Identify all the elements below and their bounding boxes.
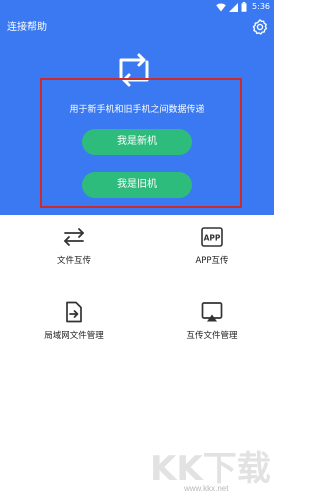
svg-text:APP: APP xyxy=(204,234,221,243)
new-phone-button[interactable]: 我是新机 xyxy=(82,129,192,155)
status-bar: 5:36 xyxy=(0,0,274,14)
svg-text:KK下载: KK下载 xyxy=(150,449,271,489)
signal-icon xyxy=(229,2,239,12)
app-transfer-icon: APP xyxy=(201,227,223,247)
screen-cast-icon xyxy=(201,302,223,322)
file-transfer-tile[interactable]: 文件互传 xyxy=(14,225,134,285)
lan-file-manage-label: 局域网文件管理 xyxy=(44,331,104,341)
status-time: 5:36 xyxy=(252,2,270,11)
swap-arrows-icon xyxy=(64,228,84,246)
wifi-icon xyxy=(216,2,226,11)
settings-gear-icon[interactable] xyxy=(251,18,269,36)
mutual-file-manage-tile[interactable]: 互传文件管理 xyxy=(152,300,272,360)
old-phone-button[interactable]: 我是旧机 xyxy=(82,172,192,198)
app-transfer-tile[interactable]: APP APP互传 xyxy=(152,225,272,285)
lan-file-manage-tile[interactable]: 局域网文件管理 xyxy=(14,300,134,360)
watermark-url: www.kkx.net xyxy=(184,484,229,493)
battery-icon xyxy=(241,2,247,12)
mutual-file-manage-label: 互传文件管理 xyxy=(186,331,238,341)
page-title: 连接帮助 xyxy=(7,22,47,33)
file-export-icon xyxy=(66,301,82,323)
subtitle: 用于新手机和旧手机之间数据传递 xyxy=(69,105,205,115)
app-transfer-label: APP互传 xyxy=(195,256,229,266)
file-transfer-label: 文件互传 xyxy=(56,256,91,266)
